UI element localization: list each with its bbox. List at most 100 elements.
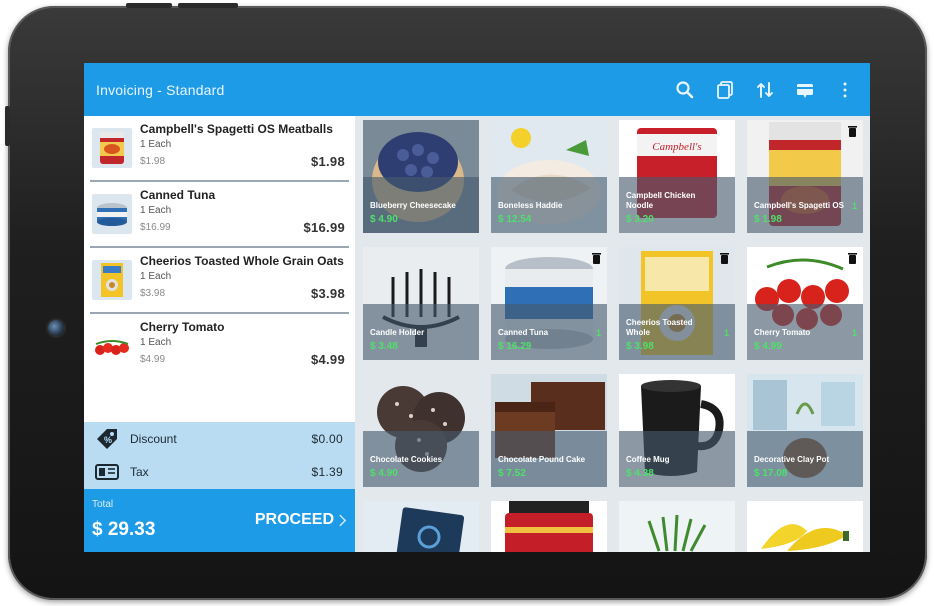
app-bar: Invoicing - Standard (84, 63, 870, 116)
product-quantity: 1 (851, 328, 857, 338)
trash-icon[interactable] (848, 125, 857, 137)
summary-panel: % Discount $0.00 Tax $1.39 (84, 422, 355, 489)
product-name: Candle Holder (370, 328, 425, 337)
product-tile[interactable]: Boneless Haddie $ 12.54 (491, 120, 607, 233)
spaghetti-can-thumbnail (92, 128, 132, 168)
cereal-box-thumbnail (92, 260, 132, 300)
toolbar-actions (674, 63, 856, 116)
product-name: Campbell's Spagetti OS (754, 201, 844, 210)
item-unit-price: $16.99 (140, 222, 171, 233)
trash-icon[interactable] (592, 252, 601, 264)
item-unit-price: $3.98 (140, 288, 166, 299)
total-label: Total (92, 499, 114, 510)
volume-button (178, 3, 238, 8)
proceed-button[interactable]: PROCEED (255, 511, 347, 529)
product-price: $ 4.38 (626, 468, 654, 479)
product-name: Blueberry Cheesecake (370, 201, 456, 210)
product-name: Chocolate Pound Cake (498, 455, 586, 464)
tomato-thumbnail (92, 326, 132, 366)
item-total: $3.98 (310, 286, 345, 301)
product-tile[interactable]: Canned Tuna $ 16.29 1 (491, 247, 607, 360)
product-quantity: 1 (851, 201, 857, 211)
svg-text:Campbell's: Campbell's (652, 141, 701, 153)
tuna-can-thumbnail (92, 194, 132, 234)
side-button (5, 106, 10, 146)
product-price: $ 4.90 (370, 468, 398, 479)
product-quantity: 1 (723, 328, 729, 338)
tax-receipt-icon (94, 460, 120, 484)
product-tile[interactable] (363, 501, 479, 552)
search-icon[interactable] (674, 79, 696, 101)
cart-item[interactable]: Cherry Tomato 1 Each $4.99 $4.99 (90, 314, 349, 380)
proceed-label: PROCEED (254, 511, 334, 528)
product-tile[interactable] (747, 501, 863, 552)
trash-icon[interactable] (720, 252, 729, 264)
product-price: $ 3.48 (370, 341, 398, 352)
product-name: Campbell Chicken Noodle (626, 191, 696, 210)
product-name: Canned Tuna (498, 328, 549, 337)
app-screen: Invoicing - Standard Campbell's Spagetti… (84, 63, 870, 552)
cart-item[interactable]: Cheerios Toasted Whole Grain Oats 1 Each… (90, 248, 349, 314)
product-price: $ 4.90 (370, 214, 398, 225)
product-tile[interactable]: Decorative Clay Pot $ 17.08 (747, 374, 863, 487)
tax-value: $1.39 (311, 464, 343, 479)
product-tile[interactable] (491, 501, 607, 552)
item-quantity: 1 Each (140, 139, 172, 150)
product-price: $ 16.29 (498, 341, 532, 352)
cart-list: Campbell's Spagetti OS Meatballs 1 Each … (84, 116, 355, 422)
product-price: $ 17.08 (754, 468, 788, 479)
product-tile[interactable]: Blueberry Cheesecake $ 4.90 (363, 120, 479, 233)
discount-value: $0.00 (311, 431, 343, 446)
product-tile[interactable]: Campbell's Spagetti OS $ 1.98 1 (747, 120, 863, 233)
product-tile[interactable]: Chocolate Cookies $ 4.90 (363, 374, 479, 487)
product-tile[interactable]: Candle Holder $ 3.48 (363, 247, 479, 360)
item-name: Campbell's Spagetti OS Meatballs (140, 122, 333, 136)
product-tile[interactable] (619, 501, 735, 552)
item-total: $4.99 (310, 352, 345, 367)
app-title: Invoicing - Standard (96, 81, 225, 98)
product-grid: Blueberry Cheesecake $ 4.90 Boneless Had… (355, 116, 870, 552)
product-name: Cheerios Toasted Whole (626, 318, 693, 337)
copy-icon[interactable] (714, 79, 736, 101)
item-total: $16.99 (303, 220, 345, 235)
cart-panel: Campbell's Spagetti OS Meatballs 1 Each … (84, 116, 355, 552)
total-value: $ 29.33 (92, 519, 156, 540)
chevron-right-icon (339, 514, 347, 526)
product-price: $ 3.98 (626, 341, 654, 352)
item-name: Cherry Tomato (140, 320, 225, 334)
product-price: $ 12.54 (498, 214, 532, 225)
product-tile[interactable]: Chocolate Pound Cake $ 7.52 (491, 374, 607, 487)
discount-label: Discount (130, 431, 177, 446)
item-name: Cheerios Toasted Whole Grain Oats (140, 254, 344, 268)
product-name: Cherry Tomato (754, 328, 811, 337)
product-name: Boneless Haddie (498, 201, 563, 210)
discount-row[interactable]: % Discount $0.00 (84, 422, 355, 455)
power-button (126, 3, 172, 8)
item-quantity: 1 Each (140, 271, 172, 282)
product-price: $ 7.52 (498, 468, 526, 479)
product-tile[interactable]: Campbell's Campbell Chicken Noodle $ 3.2… (619, 120, 735, 233)
product-tile[interactable]: Cherry Tomato $ 4.99 1 (747, 247, 863, 360)
item-unit-price: $4.99 (140, 354, 166, 365)
cart-item[interactable]: Canned Tuna 1 Each $16.99 $16.99 (90, 182, 349, 248)
cart-item[interactable]: Campbell's Spagetti OS Meatballs 1 Each … (90, 116, 349, 182)
item-name: Canned Tuna (140, 188, 216, 202)
more-vert-icon[interactable] (834, 79, 856, 101)
product-name: Coffee Mug (626, 455, 670, 464)
discount-tag-icon: % (94, 427, 120, 451)
product-price: $ 3.20 (626, 214, 654, 225)
product-name: Decorative Clay Pot (754, 455, 830, 464)
trash-icon[interactable] (848, 252, 857, 264)
tax-label: Tax (130, 464, 149, 479)
item-quantity: 1 Each (140, 337, 172, 348)
product-tile[interactable]: Cheerios Toasted Whole $ 3.98 1 (619, 247, 735, 360)
tax-row[interactable]: Tax $1.39 (84, 455, 355, 488)
product-price: $ 1.98 (754, 214, 782, 225)
total-bar: Total $ 29.33 PROCEED (84, 489, 355, 552)
sort-icon[interactable] (754, 79, 776, 101)
card-icon[interactable] (794, 79, 816, 101)
product-tile[interactable]: Coffee Mug $ 4.38 (619, 374, 735, 487)
item-unit-price: $1.98 (140, 156, 166, 167)
product-price: $ 4.99 (754, 341, 782, 352)
product-quantity: 1 (595, 328, 601, 338)
